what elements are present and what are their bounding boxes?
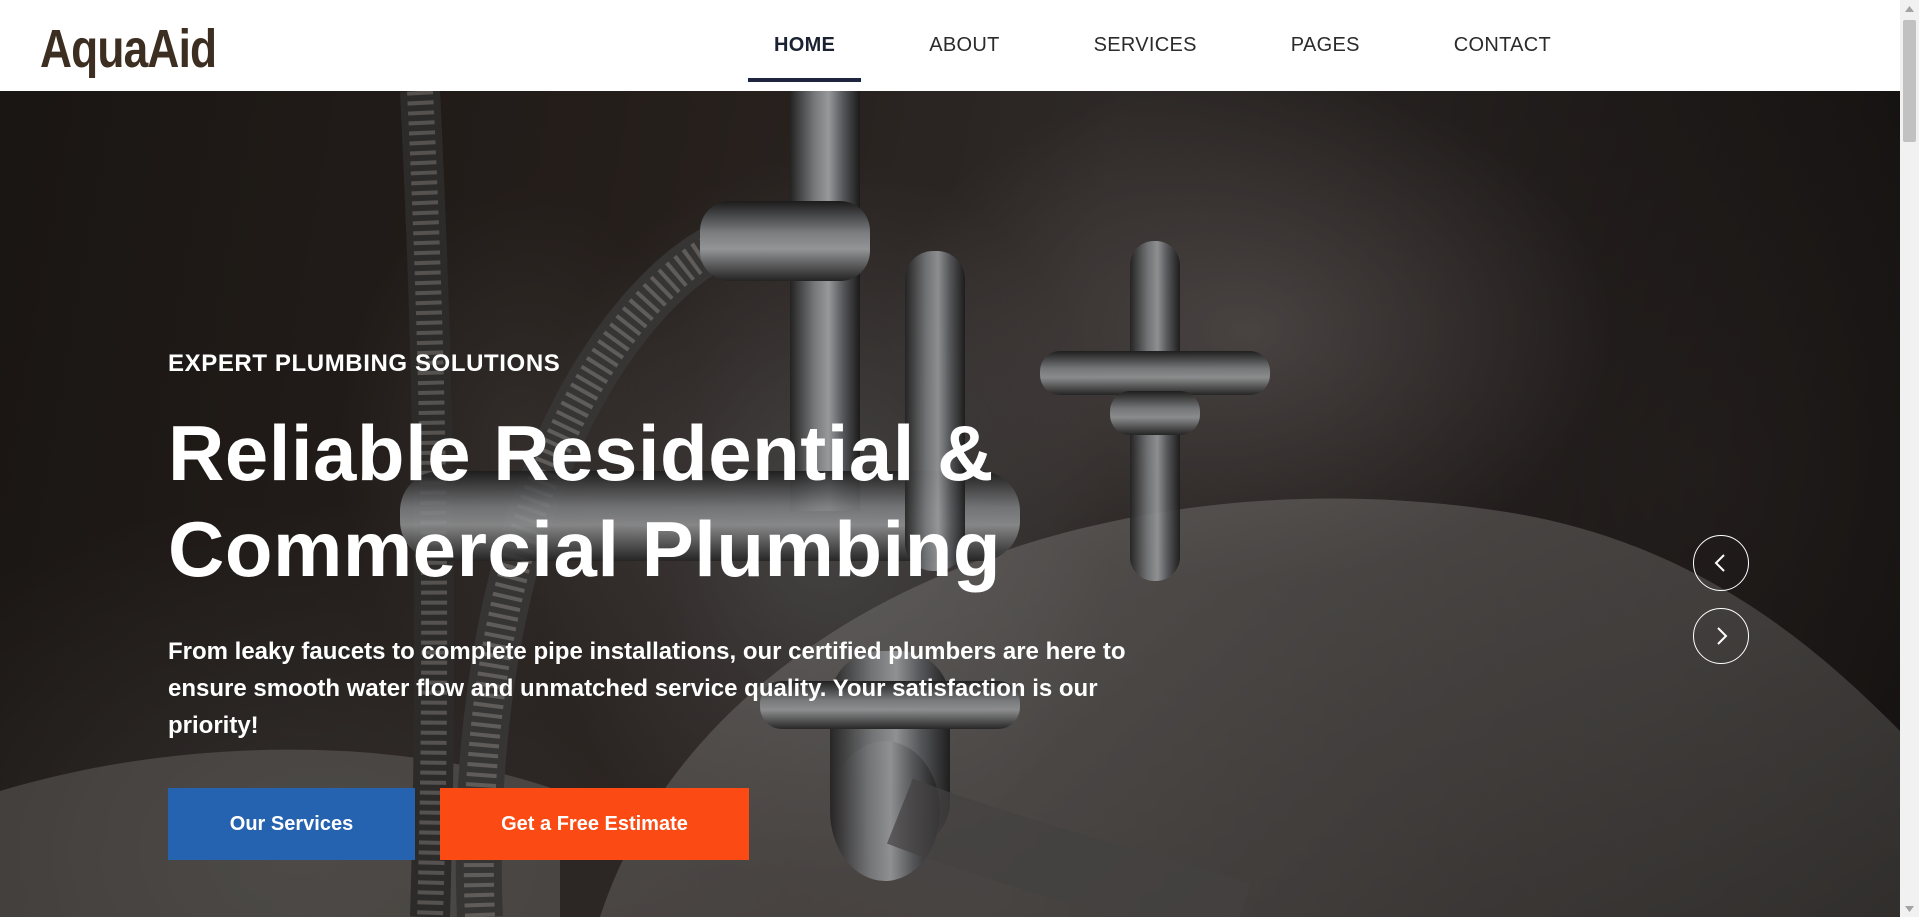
chevron-left-icon (1714, 554, 1725, 572)
our-services-button[interactable]: Our Services (168, 788, 415, 860)
nav-item-contact[interactable]: CONTACT (1428, 0, 1577, 91)
nav-item-about[interactable]: ABOUT (903, 0, 1025, 91)
page-scrollbar[interactable] (1900, 0, 1919, 917)
nav-item-services[interactable]: SERVICES (1068, 0, 1223, 91)
hero-title-line-2: Commercial Plumbing (168, 505, 1001, 593)
hero-title: Reliable Residential & Commercial Plumbi… (168, 405, 1208, 597)
free-estimate-button[interactable]: Get a Free Estimate (440, 788, 749, 860)
hero-content: EXPERT PLUMBING SOLUTIONS Reliable Resid… (168, 349, 1208, 860)
hero-section: EXPERT PLUMBING SOLUTIONS Reliable Resid… (0, 91, 1900, 917)
site-logo[interactable]: AquaAid (40, 14, 217, 84)
nav-item-pages[interactable]: PAGES (1265, 0, 1386, 91)
site-header: AquaAid HOME ABOUT SERVICES PAGES CONTAC… (0, 0, 1900, 91)
scrollbar-thumb[interactable] (1903, 20, 1916, 142)
chevron-right-icon (1717, 627, 1728, 645)
hero-buttons: Our Services Get a Free Estimate (168, 788, 1208, 860)
main-nav: HOME ABOUT SERVICES PAGES CONTACT (748, 0, 1619, 91)
page: AquaAid HOME ABOUT SERVICES PAGES CONTAC… (0, 0, 1900, 917)
hero-eyebrow: EXPERT PLUMBING SOLUTIONS (168, 350, 561, 377)
scroll-down-icon[interactable] (1900, 900, 1919, 917)
nav-item-home[interactable]: HOME (748, 0, 862, 91)
scroll-up-icon[interactable] (1900, 0, 1919, 17)
slider-prev-button[interactable] (1693, 535, 1749, 591)
slider-next-button[interactable] (1693, 608, 1749, 664)
hero-title-line-1: Reliable Residential & (168, 409, 994, 497)
hero-description: From leaky faucets to complete pipe inst… (168, 638, 1126, 739)
